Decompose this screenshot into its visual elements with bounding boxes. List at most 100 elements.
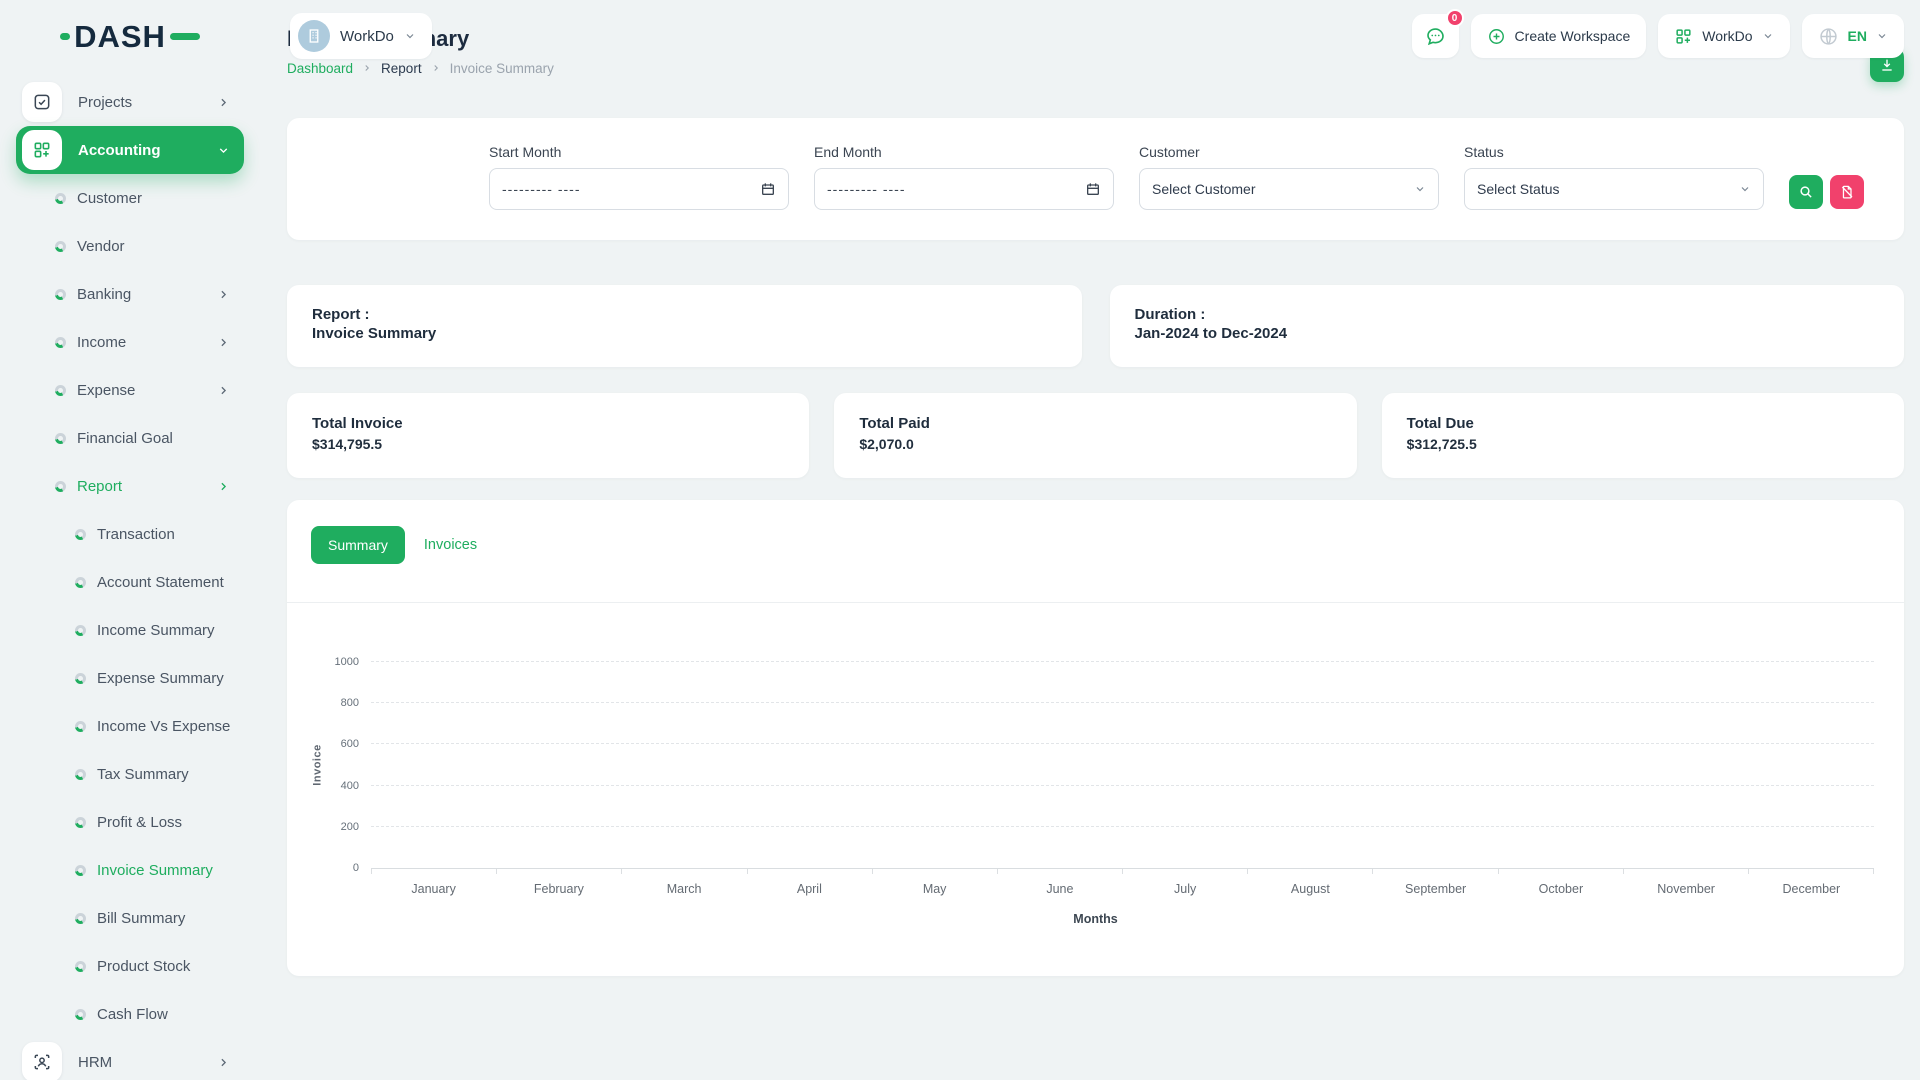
- total-due-card: Total Due $312,725.5: [1382, 393, 1904, 478]
- chevron-down-icon: [1762, 30, 1774, 42]
- reset-filter-button[interactable]: [1830, 175, 1864, 209]
- logo-dash-left: [60, 33, 70, 40]
- x-axis-label: February: [496, 882, 621, 896]
- report-label: Report :: [312, 305, 1057, 324]
- sidebar-item-projects[interactable]: Projects: [16, 78, 244, 126]
- sidebar-item-label: Income Summary: [97, 622, 244, 639]
- y-axis-tick-label: 600: [319, 738, 359, 750]
- sidebar-item-label: HRM: [78, 1054, 217, 1071]
- chevron-down-icon: [404, 30, 416, 42]
- y-axis-tick-label: 800: [319, 697, 359, 709]
- sidebar-item-label: Product Stock: [97, 958, 244, 975]
- bullet-icon: [55, 433, 66, 444]
- sidebar-item-hrm[interactable]: HRM: [16, 1038, 244, 1080]
- status-select[interactable]: Select Status: [1464, 168, 1764, 210]
- create-workspace-button[interactable]: Create Workspace: [1471, 14, 1647, 58]
- sidebar-item-report[interactable]: Report: [16, 462, 244, 510]
- x-axis-label: April: [747, 882, 872, 896]
- sidebar-item-label: Expense Summary: [97, 670, 244, 687]
- chart-bars: [371, 662, 1874, 868]
- chat-icon: [1424, 25, 1447, 48]
- total-invoice-card: Total Invoice $314,795.5: [287, 393, 809, 478]
- start-month-input[interactable]: --------- ----: [489, 168, 789, 210]
- plus-circle-icon: [1487, 27, 1506, 46]
- x-axis-title: Months: [287, 912, 1904, 926]
- bullet-icon: [55, 241, 66, 252]
- start-month-label: Start Month: [489, 144, 789, 160]
- x-tick: [1749, 869, 1874, 874]
- duration-label: Duration :: [1135, 305, 1880, 324]
- total-due-label: Total Due: [1407, 414, 1879, 433]
- topbar-actions: 0 Create Workspace WorkDo EN: [1412, 14, 1904, 58]
- sidebar-item-vendor[interactable]: Vendor: [16, 222, 244, 270]
- sidebar-item-account-statement[interactable]: Account Statement: [16, 558, 244, 606]
- sidebar-item-income-summary[interactable]: Income Summary: [16, 606, 244, 654]
- bullet-icon: [75, 673, 86, 684]
- sidebar-item-profit-loss[interactable]: Profit & Loss: [16, 798, 244, 846]
- sidebar-item-tax-summary[interactable]: Tax Summary: [16, 750, 244, 798]
- workspace-avatar: [298, 20, 330, 52]
- sidebar-item-cash-flow[interactable]: Cash Flow: [16, 990, 244, 1038]
- sidebar-item-income-vs-expense[interactable]: Income Vs Expense: [16, 702, 244, 750]
- x-tick: [873, 869, 998, 874]
- topbar: DASH WorkDo 0 Create Workspace WorkDo EN: [0, 0, 1920, 72]
- sidebar-item-income[interactable]: Income: [16, 318, 244, 366]
- customer-field: Customer Select Customer: [1139, 144, 1439, 210]
- tab-summary[interactable]: Summary: [311, 526, 405, 564]
- search-icon: [1798, 184, 1814, 200]
- sidebar: ProjectsAccountingCustomer Vendor Banking I…: [0, 72, 260, 1080]
- sidebar-item-transaction[interactable]: Transaction: [16, 510, 244, 558]
- language-selector[interactable]: EN: [1802, 14, 1904, 58]
- sidebar-item-product-stock[interactable]: Product Stock: [16, 942, 244, 990]
- sidebar-item-accounting[interactable]: Accounting: [16, 126, 244, 174]
- workspace-switcher[interactable]: WorkDo: [290, 13, 432, 59]
- sidebar-item-label: Tax Summary: [97, 766, 244, 783]
- end-month-input[interactable]: --------- ----: [814, 168, 1114, 210]
- logo-dash-right: [170, 33, 200, 40]
- sidebar-item-banking[interactable]: Banking: [16, 270, 244, 318]
- chart-x-ticks: [371, 869, 1874, 874]
- total-invoice-value: $314,795.5: [312, 436, 784, 452]
- grid-icon: [1674, 27, 1693, 46]
- sidebar-item-label: Banking: [77, 286, 217, 303]
- sidebar-item-bill-summary[interactable]: Bill Summary: [16, 894, 244, 942]
- filter-buttons: [1789, 175, 1864, 209]
- chevron-down-icon: [217, 144, 230, 157]
- sidebar-item-expense[interactable]: Expense: [16, 366, 244, 414]
- chart-tabs: Summary Invoices: [287, 500, 1904, 564]
- notifications-button[interactable]: 0: [1412, 14, 1459, 58]
- x-tick: [372, 869, 497, 874]
- person-scan-icon: [22, 1042, 62, 1080]
- create-workspace-label: Create Workspace: [1515, 28, 1631, 44]
- workspace-menu[interactable]: WorkDo: [1658, 14, 1789, 58]
- bullet-icon: [75, 625, 86, 636]
- filter-card: Start Month --------- ---- End Month ---…: [287, 118, 1904, 240]
- workspace-menu-label: WorkDo: [1702, 28, 1752, 44]
- sidebar-item-expense-summary[interactable]: Expense Summary: [16, 654, 244, 702]
- chevron-right-icon: [217, 336, 230, 349]
- stats-row: Total Invoice $314,795.5 Total Paid $2,0…: [287, 393, 1904, 478]
- sidebar-item-invoice-summary[interactable]: Invoice Summary: [16, 846, 244, 894]
- sidebar-item-label: Income Vs Expense: [97, 718, 244, 735]
- divider: [287, 602, 1904, 603]
- calendar-icon[interactable]: [1085, 181, 1101, 197]
- chevron-right-icon: [217, 96, 230, 109]
- sidebar-item-customer[interactable]: Customer: [16, 174, 244, 222]
- y-axis-tick-label: 200: [319, 821, 359, 833]
- clear-icon: [1839, 184, 1855, 200]
- apply-filter-button[interactable]: [1789, 175, 1823, 209]
- total-paid-label: Total Paid: [859, 414, 1331, 433]
- calendar-icon[interactable]: [760, 181, 776, 197]
- bullet-icon: [75, 721, 86, 732]
- customer-select[interactable]: Select Customer: [1139, 168, 1439, 210]
- tab-invoices[interactable]: Invoices: [424, 537, 477, 553]
- chevron-right-icon: [217, 288, 230, 301]
- sidebar-item-financial-goal[interactable]: Financial Goal: [16, 414, 244, 462]
- dash-logo[interactable]: DASH: [60, 21, 200, 52]
- language-code: EN: [1848, 28, 1867, 44]
- status-field: Status Select Status: [1464, 144, 1764, 210]
- x-tick: [1123, 869, 1248, 874]
- sidebar-item-label: Vendor: [77, 238, 244, 255]
- report-card: Report : Invoice Summary: [287, 285, 1082, 367]
- main-content: Invoice Summary Dashboard Report Invoice…: [260, 0, 1920, 976]
